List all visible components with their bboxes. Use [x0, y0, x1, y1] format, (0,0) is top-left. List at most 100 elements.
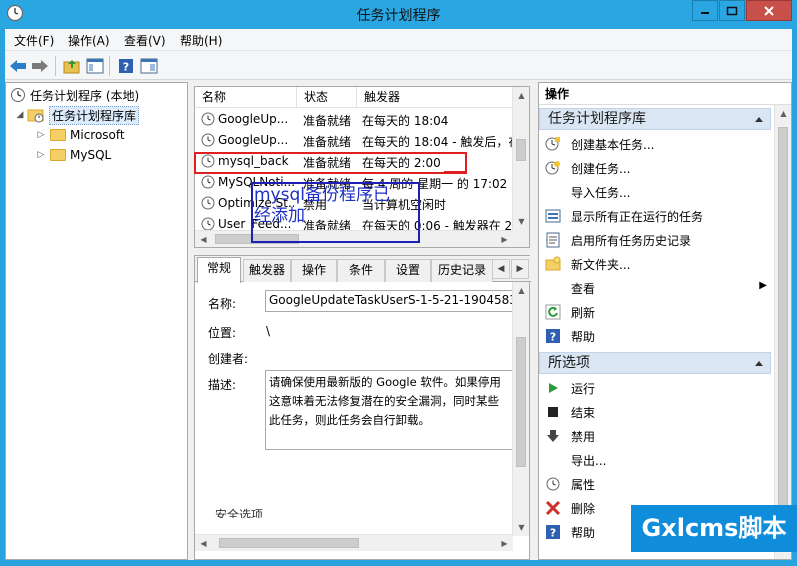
- tree-item-library[interactable]: ◢ 任务计划程序库: [15, 105, 140, 125]
- details-vscrollbar[interactable]: ▲ ▼: [512, 282, 529, 536]
- action-create-basic-task[interactable]: 创建基本任务...: [539, 132, 771, 156]
- collapse-caret-icon[interactable]: [754, 116, 764, 123]
- scroll-right-icon[interactable]: ▶: [496, 535, 513, 552]
- action-help[interactable]: ? 帮助: [539, 324, 771, 348]
- task-row[interactable]: GoogleUp... 准备就绪 在每天的 18:04 - 触发后，在: [195, 130, 513, 151]
- action-run[interactable]: 运行: [539, 376, 771, 400]
- tree-root[interactable]: 任务计划程序 (本地): [10, 85, 139, 105]
- task-clock-icon: [201, 196, 215, 210]
- highlight-red-box: [194, 152, 467, 174]
- help-icon: ?: [545, 328, 561, 344]
- scroll-thumb[interactable]: [516, 337, 526, 467]
- menu-file[interactable]: 文件(F): [14, 32, 54, 49]
- console-tree-icon: [86, 58, 104, 74]
- menu-help[interactable]: 帮助(H): [180, 32, 222, 49]
- scroll-up-icon[interactable]: ▲: [513, 282, 530, 299]
- action-label: 属性: [571, 478, 596, 492]
- location-label: 位置:: [208, 326, 237, 340]
- scroll-thumb[interactable]: [516, 139, 526, 161]
- scroll-thumb[interactable]: [219, 538, 359, 548]
- tree-root-label: 任务计划程序 (本地): [30, 88, 140, 103]
- actions-vscrollbar[interactable]: ▲: [774, 105, 791, 559]
- action-view[interactable]: 查看 ▶: [539, 276, 771, 300]
- collapse-caret-icon[interactable]: [754, 360, 764, 367]
- scroll-up-icon[interactable]: ▲: [513, 87, 529, 104]
- scroll-thumb[interactable]: [778, 127, 788, 522]
- collapse-arrow-icon[interactable]: ◢: [15, 110, 25, 120]
- column-status[interactable]: 状态: [297, 87, 357, 108]
- forward-button[interactable]: [30, 56, 50, 76]
- action-export[interactable]: 导出...: [539, 448, 771, 472]
- action-create-task[interactable]: 创建任务...: [539, 156, 771, 180]
- task-name: GoogleUp...: [218, 112, 289, 126]
- action-show-running[interactable]: 显示所有正在运行的任务: [539, 204, 771, 228]
- menu-view[interactable]: 查看(V): [124, 32, 166, 49]
- back-button[interactable]: [8, 56, 28, 76]
- scroll-left-icon[interactable]: ◀: [195, 535, 212, 552]
- name-field[interactable]: GoogleUpdateTaskUserS-1-5-21-1904583: [265, 290, 513, 312]
- close-button[interactable]: [746, 0, 792, 21]
- tree-microsoft-label: Microsoft: [70, 128, 125, 142]
- action-properties[interactable]: 属性: [539, 472, 771, 496]
- highlight-red-underline: [444, 171, 466, 173]
- maximize-icon: [726, 6, 738, 15]
- task-clock-icon: [201, 175, 215, 189]
- menu-action[interactable]: 操作(A): [68, 32, 110, 49]
- column-trigger[interactable]: 触发器: [357, 87, 514, 108]
- tab-scroll-left-icon[interactable]: ◀: [492, 259, 510, 279]
- properties-icon: [545, 476, 561, 492]
- toolbar: ?: [5, 51, 792, 80]
- scroll-up-icon[interactable]: ▲: [775, 105, 791, 122]
- maximize-button[interactable]: [719, 0, 745, 21]
- tab-triggers[interactable]: 触发器: [243, 259, 291, 282]
- column-name[interactable]: 名称: [195, 87, 297, 108]
- help-toolbar-button[interactable]: ?: [116, 56, 136, 76]
- end-icon: [545, 404, 561, 420]
- action-pane-button[interactable]: [139, 56, 159, 76]
- action-refresh[interactable]: 刷新: [539, 300, 771, 324]
- up-folder-button[interactable]: [62, 56, 82, 76]
- scroll-left-icon[interactable]: ◀: [195, 231, 212, 247]
- tab-general[interactable]: 常规: [197, 257, 241, 283]
- tree-mysql-label: MySQL: [70, 148, 112, 162]
- scroll-down-icon[interactable]: ▼: [513, 213, 529, 230]
- action-import-task[interactable]: 导入任务...: [539, 180, 771, 204]
- tab-conditions[interactable]: 条件: [337, 259, 385, 282]
- minimize-button[interactable]: [692, 0, 718, 21]
- title-bar[interactable]: 任务计划程序: [0, 0, 797, 28]
- expand-arrow-icon[interactable]: ▷: [36, 130, 46, 140]
- action-label: 刷新: [571, 306, 596, 320]
- section-selected-item[interactable]: 所选项: [539, 352, 771, 374]
- annotation-text-line2: 经添加: [254, 206, 305, 226]
- tree-item-mysql[interactable]: ▷ MySQL: [36, 145, 112, 165]
- action-label: 查看: [571, 282, 596, 296]
- section-task-library[interactable]: 任务计划程序库: [539, 108, 771, 130]
- action-disable[interactable]: 禁用: [539, 424, 771, 448]
- task-name: GoogleUp...: [218, 133, 289, 147]
- action-enable-history[interactable]: 启用所有任务历史记录: [539, 228, 771, 252]
- action-label: 导入任务...: [571, 186, 631, 200]
- description-field[interactable]: 请确保使用最新版的 Google 软件。如果停用这意味着无法修复潜在的安全漏洞，…: [265, 370, 513, 450]
- tree-item-microsoft[interactable]: ▷ Microsoft: [36, 125, 125, 145]
- action-new-folder[interactable]: 新文件夹...: [539, 252, 771, 276]
- tab-settings[interactable]: 设置: [385, 259, 431, 282]
- tab-history[interactable]: 历史记录: [431, 259, 493, 282]
- scroll-right-icon[interactable]: ▶: [496, 231, 513, 247]
- action-end[interactable]: 结束: [539, 400, 771, 424]
- expand-arrow-icon[interactable]: ▷: [36, 150, 46, 160]
- task-clock-icon: [201, 217, 215, 231]
- task-row[interactable]: GoogleUp... 准备就绪 在每天的 18:04: [195, 109, 513, 130]
- task-list-vscrollbar[interactable]: ▲ ▼: [512, 87, 529, 230]
- tab-actions[interactable]: 操作: [291, 259, 337, 282]
- app-window: 任务计划程序 文件(F) 操作(A) 查看(V) 帮助(H) ? 任务计划程序 …: [0, 0, 797, 566]
- show-hide-tree-button[interactable]: [85, 56, 105, 76]
- watermark-logo: Gxlcms脚本: [631, 505, 797, 552]
- annotation-text-line1: mysql备份程序已: [254, 185, 390, 205]
- folder-icon: [50, 149, 66, 161]
- console-tree: 任务计划程序 (本地) ◢ 任务计划程序库 ▷ Microsoft ▷ MySQ…: [5, 82, 188, 560]
- scroll-down-icon[interactable]: ▼: [513, 519, 530, 536]
- back-arrow-icon: [10, 60, 26, 72]
- section-selected-item-label: 所选项: [548, 355, 590, 371]
- details-hscrollbar[interactable]: ◀ ▶: [195, 534, 513, 551]
- tab-scroll-right-icon[interactable]: ▶: [511, 259, 529, 279]
